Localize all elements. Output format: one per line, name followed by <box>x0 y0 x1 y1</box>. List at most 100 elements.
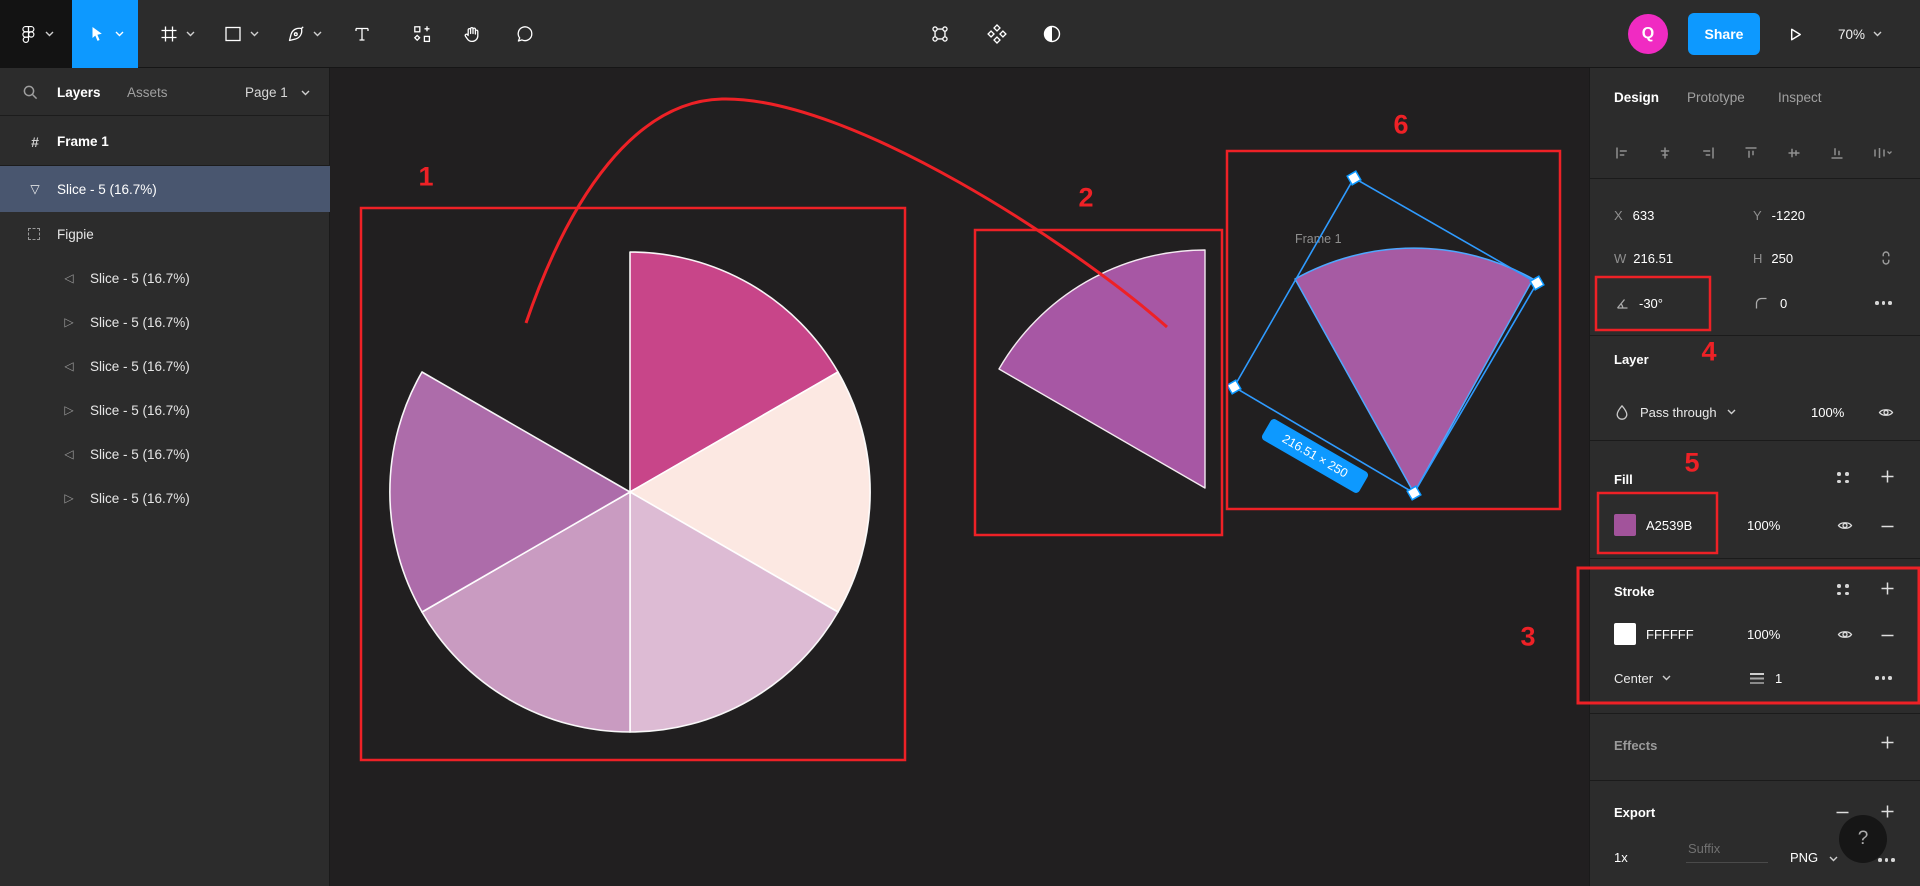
tab-prototype[interactable]: Prototype <box>1687 90 1745 105</box>
arrange-button[interactable] <box>983 0 1011 68</box>
fill-hex[interactable]: A2539B <box>1646 518 1692 533</box>
selection-handle[interactable] <box>1347 171 1361 185</box>
layer-row-slice[interactable]: ◁ Slice - 5 (16.7%) <box>0 432 330 476</box>
suffix-input[interactable] <box>1686 839 1768 863</box>
layer-row-figpie[interactable]: Figpie <box>0 212 330 256</box>
figma-menu-button[interactable] <box>0 0 72 68</box>
eye-icon[interactable] <box>1837 520 1853 531</box>
layer-opacity-value[interactable]: 100% <box>1811 405 1844 420</box>
triangle-down-icon: ▽ <box>26 182 44 196</box>
styles-icon[interactable] <box>1837 472 1849 483</box>
pen-tool-button[interactable] <box>277 0 331 68</box>
plus-icon[interactable] <box>1881 470 1894 483</box>
plus-icon[interactable] <box>1881 582 1894 595</box>
pie-slice[interactable] <box>630 372 870 612</box>
width-field[interactable]: W 216.51 <box>1614 247 1673 269</box>
pie-slice[interactable] <box>630 252 838 492</box>
align-bottom-icon[interactable] <box>1829 145 1845 161</box>
zoom-control[interactable]: 70% <box>1838 0 1882 68</box>
blend-mode-select[interactable]: Pass through <box>1614 401 1736 423</box>
pie-slice[interactable] <box>390 372 630 612</box>
layer-row-slice[interactable]: ▷ Slice - 5 (16.7%) <box>0 388 330 432</box>
component-icon <box>412 24 432 44</box>
annotation-number-3: 3 <box>1520 622 1535 653</box>
help-button[interactable]: ? <box>1839 815 1887 863</box>
fill-color-row[interactable]: A2539B <box>1614 514 1692 536</box>
more-options-icon[interactable] <box>1875 676 1892 680</box>
comment-tool-button[interactable] <box>511 0 539 68</box>
stroke-align-select[interactable]: Center <box>1614 667 1671 689</box>
search-icon[interactable] <box>22 84 39 101</box>
component-tool-button[interactable] <box>408 0 436 68</box>
move-tool-button[interactable] <box>72 0 138 68</box>
more-options-icon[interactable] <box>1875 301 1892 305</box>
align-top-icon[interactable] <box>1743 145 1759 161</box>
y-label: Y <box>1753 208 1762 223</box>
mask-button[interactable] <box>1038 0 1066 68</box>
align-right-icon[interactable] <box>1700 145 1716 161</box>
more-options-icon[interactable] <box>1878 858 1895 862</box>
fill-swatch[interactable] <box>1614 514 1636 536</box>
selection-handle[interactable] <box>1227 380 1241 394</box>
align-vertical-center-icon[interactable] <box>1786 145 1802 161</box>
layer-row-slice[interactable]: ▷ Slice - 5 (16.7%) <box>0 476 330 520</box>
align-left-icon[interactable] <box>1614 145 1630 161</box>
constrain-proportions-icon[interactable] <box>1878 249 1894 267</box>
frame-name-label[interactable]: Frame 1 <box>1295 232 1342 246</box>
eye-icon[interactable] <box>1878 407 1894 418</box>
layer-row-frame-1[interactable]: # Frame 1 <box>0 118 330 166</box>
tab-assets[interactable]: Assets <box>127 68 168 116</box>
layer-label: Slice - 5 (16.7%) <box>90 315 190 330</box>
tidy-up-icon[interactable] <box>1872 145 1894 161</box>
present-button[interactable] <box>1781 0 1809 68</box>
fill-opacity-value[interactable]: 100% <box>1747 518 1780 533</box>
height-field[interactable]: H 250 <box>1753 247 1793 269</box>
share-button[interactable]: Share <box>1688 13 1760 55</box>
stroke-weight-field[interactable]: 1 <box>1750 667 1782 689</box>
tab-design[interactable]: Design <box>1614 90 1659 105</box>
export-scale[interactable]: 1x <box>1614 850 1628 865</box>
layer-row-slice[interactable]: ▷ Slice - 5 (16.7%) <box>0 300 330 344</box>
pie-slice[interactable] <box>422 492 630 732</box>
eye-icon[interactable] <box>1837 629 1853 640</box>
pie-slice[interactable] <box>630 492 838 732</box>
y-field[interactable]: Y -1220 <box>1753 204 1805 226</box>
rotation-field[interactable]: -30° <box>1614 292 1663 314</box>
edit-object-button[interactable] <box>926 0 954 68</box>
shape-tool-button[interactable] <box>214 0 268 68</box>
tab-layers[interactable]: Layers <box>57 68 101 116</box>
stroke-opacity-value[interactable]: 100% <box>1747 627 1780 642</box>
x-field[interactable]: X 633 <box>1614 204 1654 226</box>
chevron-down-icon <box>186 31 195 37</box>
frame-tool-button[interactable] <box>150 0 204 68</box>
page-selector[interactable]: Page 1 <box>245 68 288 116</box>
chevron-down-icon <box>301 90 310 96</box>
chevron-down-icon <box>1727 409 1736 415</box>
left-panel-tabs: Layers Assets Page 1 <box>0 68 329 116</box>
layer-row-slice[interactable]: ◁ Slice - 5 (16.7%) <box>0 344 330 388</box>
minus-icon[interactable] <box>1881 634 1894 637</box>
avatar[interactable]: Q <box>1628 14 1668 54</box>
plus-icon[interactable] <box>1881 805 1894 818</box>
tab-inspect[interactable]: Inspect <box>1778 90 1822 105</box>
styles-icon[interactable] <box>1837 584 1849 595</box>
corner-radius-field[interactable]: 0 <box>1753 292 1787 314</box>
minus-icon[interactable] <box>1836 811 1849 814</box>
export-format[interactable]: PNG <box>1790 850 1818 865</box>
plus-icon[interactable] <box>1881 736 1894 749</box>
align-horizontal-center-icon[interactable] <box>1657 145 1673 161</box>
toolbar: Q Share 70% <box>0 0 1920 68</box>
layer-row-slice-selected[interactable]: ▽ Slice - 5 (16.7%) <box>0 166 330 212</box>
layer-label: Slice - 5 (16.7%) <box>90 491 190 506</box>
selected-pie-slice[interactable] <box>1295 248 1533 493</box>
text-tool-button[interactable] <box>348 0 376 68</box>
stroke-color-row[interactable]: FFFFFF <box>1614 623 1694 645</box>
minus-icon[interactable] <box>1881 525 1894 528</box>
selection-handle[interactable] <box>1530 276 1544 290</box>
selection-handle[interactable] <box>1407 486 1421 500</box>
layer-row-slice[interactable]: ◁ Slice - 5 (16.7%) <box>0 256 330 300</box>
stroke-swatch[interactable] <box>1614 623 1636 645</box>
hand-tool-button[interactable] <box>458 0 486 68</box>
detached-pie-slice[interactable] <box>999 250 1205 488</box>
stroke-hex[interactable]: FFFFFF <box>1646 627 1694 642</box>
